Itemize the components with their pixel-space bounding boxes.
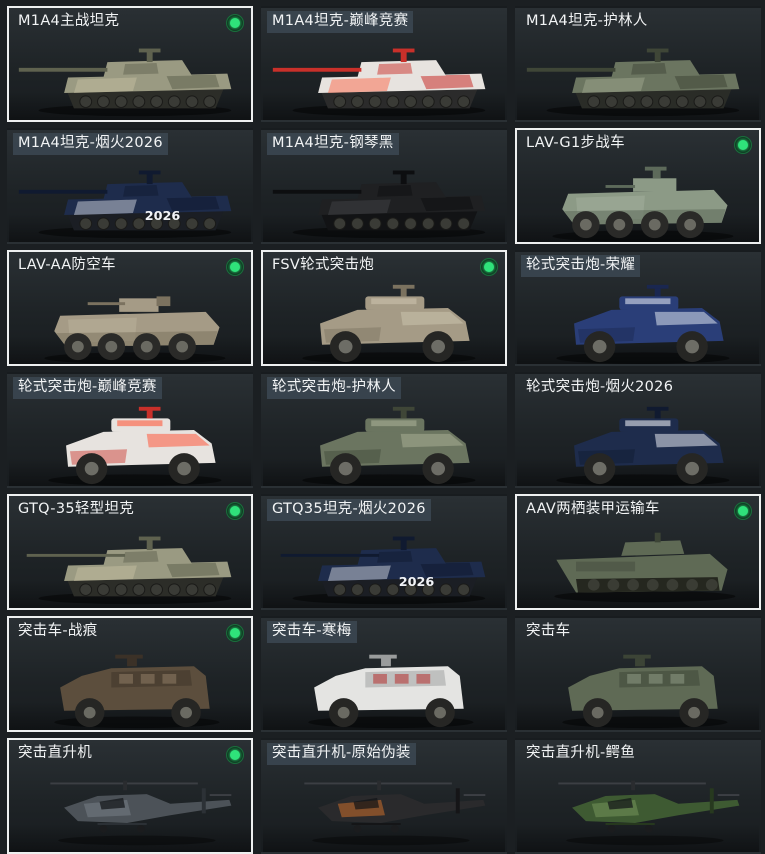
vehicle-name-label: M1A4坦克-烟火2026 — [13, 133, 168, 155]
vehicle-card[interactable]: 突击直升机-鳄鱼 — [515, 738, 761, 854]
owned-indicator-icon — [226, 258, 244, 276]
vehicle-card[interactable]: GTQ-35轻型坦克 — [7, 494, 253, 610]
vehicle-card[interactable]: 2026 M1A4坦克-烟火2026 — [7, 128, 253, 244]
owned-indicator-icon — [226, 624, 244, 642]
vehicle-name-label: 轮式突击炮-巅峰竞赛 — [13, 377, 162, 399]
vehicle-card[interactable]: M1A4坦克-护林人 — [515, 6, 761, 122]
vehicle-name-label: M1A4坦克-护林人 — [526, 13, 648, 29]
vehicle-name-label: 突击车-战痕 — [18, 623, 98, 639]
vehicle-card[interactable]: FSV轮式突击炮 — [261, 250, 507, 366]
vehicle-name-label: M1A4主战坦克 — [18, 13, 120, 29]
vehicle-name-label: LAV-AA防空车 — [18, 257, 116, 273]
vehicle-name-label: AAV两栖装甲运输车 — [526, 501, 660, 517]
vehicle-card[interactable]: LAV-AA防空车 — [7, 250, 253, 366]
vehicle-name-label: 突击直升机-鳄鱼 — [526, 745, 636, 761]
vehicle-card[interactable]: M1A4主战坦克 — [7, 6, 253, 122]
vehicle-name-label: M1A4坦克-巅峰竞赛 — [267, 11, 414, 33]
vehicle-card[interactable]: LAV-G1步战车 — [515, 128, 761, 244]
vehicle-skin-grid: M1A4主战坦克 M1A4坦克-巅峰竞赛 M1A4坦克-护林人 2026 M1A4… — [0, 0, 765, 854]
svg-text:2026: 2026 — [145, 208, 181, 223]
owned-indicator-icon — [226, 502, 244, 520]
vehicle-name-label: LAV-G1步战车 — [526, 135, 625, 151]
vehicle-card[interactable]: 突击车-战痕 — [7, 616, 253, 732]
owned-indicator-icon — [734, 136, 752, 154]
vehicle-card[interactable]: 轮式突击炮-巅峰竞赛 — [7, 372, 253, 488]
vehicle-name-label: M1A4坦克-钢琴黑 — [267, 133, 399, 155]
owned-indicator-icon — [226, 746, 244, 764]
vehicle-card[interactable]: 突击车 — [515, 616, 761, 732]
vehicle-name-label: 轮式突击炮-烟火2026 — [526, 379, 674, 395]
vehicle-name-label: 突击车 — [526, 623, 571, 639]
vehicle-name-label: 轮式突击炮-荣耀 — [521, 255, 641, 277]
vehicle-name-label: GTQ-35轻型坦克 — [18, 501, 135, 517]
vehicle-card[interactable]: 轮式突击炮-烟火2026 — [515, 372, 761, 488]
vehicle-card[interactable]: 突击直升机 — [7, 738, 253, 854]
vehicle-card[interactable]: M1A4坦克-钢琴黑 — [261, 128, 507, 244]
vehicle-name-label: FSV轮式突击炮 — [272, 257, 375, 273]
vehicle-name-label: 突击车-寒梅 — [267, 621, 357, 643]
vehicle-name-label: 轮式突击炮-护林人 — [267, 377, 401, 399]
vehicle-card[interactable]: 2026 GTQ35坦克-烟火2026 — [261, 494, 507, 610]
owned-indicator-icon — [480, 258, 498, 276]
vehicle-card[interactable]: AAV两栖装甲运输车 — [515, 494, 761, 610]
vehicle-name-label: 突击直升机-原始伪装 — [267, 743, 416, 765]
vehicle-card[interactable]: 轮式突击炮-护林人 — [261, 372, 507, 488]
vehicle-name-label: GTQ35坦克-烟火2026 — [267, 499, 431, 521]
vehicle-card[interactable]: 突击直升机-原始伪装 — [261, 738, 507, 854]
owned-indicator-icon — [226, 14, 244, 32]
owned-indicator-icon — [734, 502, 752, 520]
vehicle-card[interactable]: M1A4坦克-巅峰竞赛 — [261, 6, 507, 122]
svg-text:2026: 2026 — [399, 574, 435, 589]
vehicle-card[interactable]: 轮式突击炮-荣耀 — [515, 250, 761, 366]
vehicle-card[interactable]: 突击车-寒梅 — [261, 616, 507, 732]
vehicle-name-label: 突击直升机 — [18, 745, 92, 761]
